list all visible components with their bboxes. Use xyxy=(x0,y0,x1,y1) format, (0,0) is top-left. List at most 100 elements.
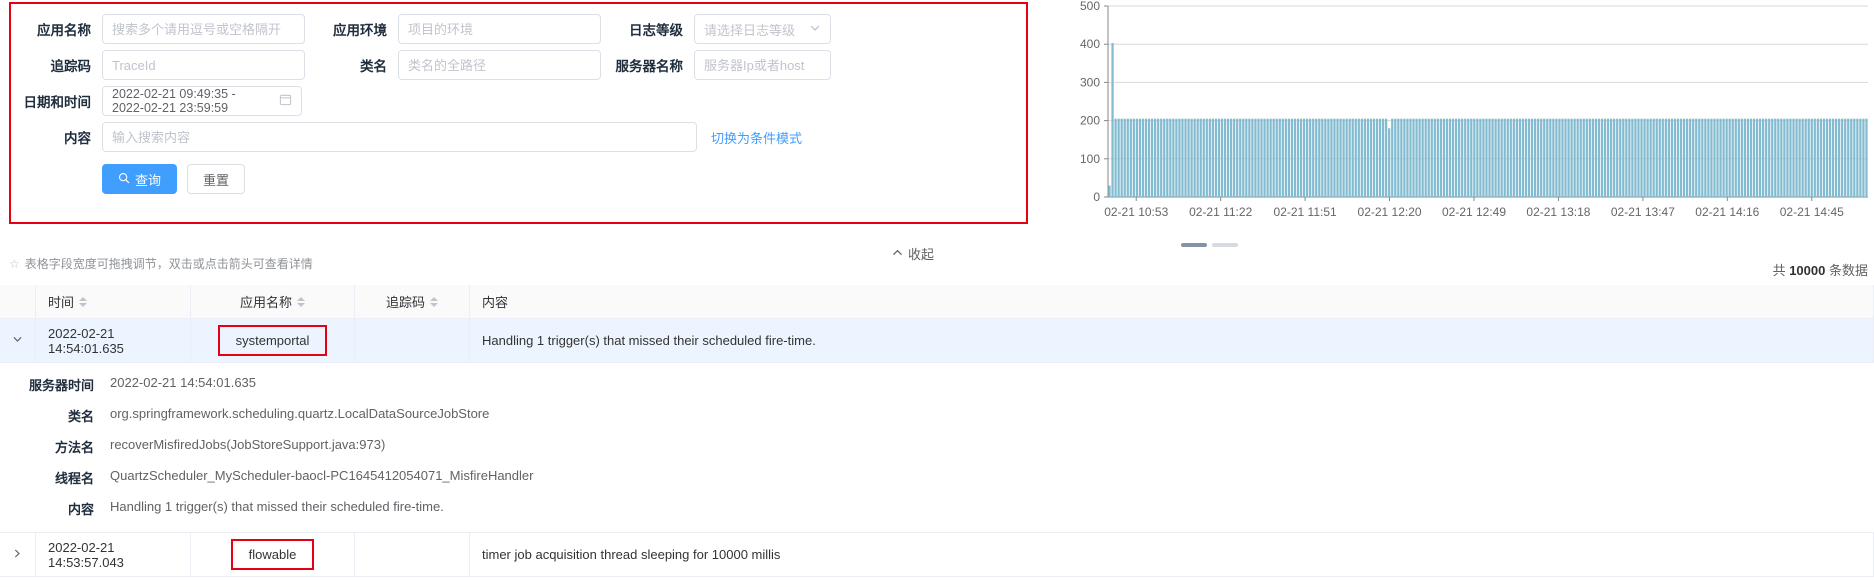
collapse-toggle-label: 收起 xyxy=(907,247,934,262)
th-content: 内容 xyxy=(470,285,1874,318)
row-expand-toggle[interactable] xyxy=(0,319,36,362)
detail-label: 类名 xyxy=(67,409,94,424)
chart-pager-bar-1[interactable] xyxy=(1181,243,1207,247)
trace-id-input-wrap[interactable] xyxy=(102,50,305,80)
log-histogram-chart: 0 100 200 300 400 500 02-21 10:53 02-21 11:22 02… xyxy=(1060,0,1874,235)
detail-value: Handling 1 trigger(s) that missed their … xyxy=(110,499,444,514)
table-row[interactable]: 2022-02-21 14:54:01.635 systemportal Han… xyxy=(0,319,1874,363)
svg-text:200: 200 xyxy=(1080,114,1100,128)
field-app-env: 应用环境 xyxy=(315,14,601,44)
field-trace-id-label: 追踪码 xyxy=(50,59,92,74)
chevron-right-icon[interactable] xyxy=(11,547,24,563)
chart-pager-bar-2[interactable] xyxy=(1212,243,1238,247)
field-app-name: 应用名称 xyxy=(19,14,305,44)
field-server-name-label: 服务器名称 xyxy=(615,59,684,74)
cell-trace xyxy=(355,533,470,576)
detail-value: org.springframework.scheduling.quartz.Lo… xyxy=(110,406,490,421)
th-time-label: 时间 xyxy=(48,295,75,310)
detail-item-method-name: 方法名 recoverMisfiredJobs(JobStoreSupport.… xyxy=(0,437,1874,456)
table-hint: ☆ 表格字段宽度可拖拽调节，双击或点击箭头可查看详情 xyxy=(9,255,313,272)
trace-id-input[interactable] xyxy=(112,57,295,73)
search-form-panel: 应用名称 应用环境 日志等级 请选择日志等级 追踪码 xyxy=(9,2,1028,224)
sort-icon-trace[interactable] xyxy=(430,296,438,307)
svg-text:300: 300 xyxy=(1080,75,1100,89)
detail-label: 线程名 xyxy=(54,471,94,486)
th-app[interactable]: 应用名称 xyxy=(191,285,355,318)
chevron-down-icon[interactable] xyxy=(11,333,24,349)
search-button[interactable]: 查询 xyxy=(102,164,178,194)
detail-item-server-time: 服务器时间 2022-02-21 14:54:01.635 xyxy=(0,375,1874,394)
detail-value: QuartzScheduler_MyScheduler-baocl-PC1645… xyxy=(110,468,534,483)
search-icon xyxy=(118,172,130,187)
chart-pager[interactable] xyxy=(1181,243,1238,247)
field-date-range-label: 日期和时间 xyxy=(23,95,92,110)
detail-label: 方法名 xyxy=(54,440,94,455)
server-name-input-wrap[interactable] xyxy=(694,50,831,80)
form-actions: 查询 重置 xyxy=(102,164,246,194)
class-name-input-wrap[interactable] xyxy=(398,50,601,80)
date-range-picker[interactable]: 2022-02-21 09:49:35 - 2022-02-21 23:59:5… xyxy=(102,86,302,116)
field-trace-id: 追踪码 xyxy=(19,50,305,80)
detail-label: 内容 xyxy=(67,502,94,517)
cell-content: Handling 1 trigger(s) that missed their … xyxy=(470,319,1874,362)
svg-text:400: 400 xyxy=(1080,37,1100,51)
log-search-page: 应用名称 应用环境 日志等级 请选择日志等级 追踪码 xyxy=(0,0,1874,587)
field-app-env-label: 应用环境 xyxy=(333,23,387,38)
detail-item-class-name: 类名 org.springframework.scheduling.quartz… xyxy=(0,406,1874,425)
detail-item-thread-name: 线程名 QuartzScheduler_MyScheduler-baocl-PC… xyxy=(0,468,1874,487)
svg-text:02-21 13:18: 02-21 13:18 xyxy=(1526,205,1590,219)
chevron-up-icon xyxy=(891,246,904,262)
reset-button-label: 重置 xyxy=(203,172,230,188)
server-name-input[interactable] xyxy=(704,57,821,73)
svg-text:02-21 12:20: 02-21 12:20 xyxy=(1358,205,1422,219)
detail-value: recoverMisfiredJobs(JobStoreSupport.java… xyxy=(110,437,386,452)
detail-value: 2022-02-21 14:54:01.635 xyxy=(110,375,257,390)
th-expand xyxy=(0,285,36,318)
collapse-toggle[interactable]: 收起 xyxy=(891,244,934,263)
row-expand-toggle[interactable] xyxy=(0,533,36,576)
class-name-input[interactable] xyxy=(408,57,591,73)
field-log-level-label: 日志等级 xyxy=(629,23,683,38)
content-input-wrap[interactable] xyxy=(102,122,697,152)
cell-app-value: systemportal xyxy=(235,333,310,348)
chart-svg: 0 100 200 300 400 500 02-21 10:53 02-21 11:22 02… xyxy=(1080,0,1868,219)
switch-condition-mode-link[interactable]: 切换为条件模式 xyxy=(711,128,802,147)
th-trace[interactable]: 追踪码 xyxy=(355,285,470,318)
cell-app-value: flowable xyxy=(248,547,297,562)
field-class-name: 类名 xyxy=(315,50,601,80)
total-count: 共 10000 条数据 xyxy=(1773,260,1868,279)
svg-text:02-21 10:53: 02-21 10:53 xyxy=(1104,205,1168,219)
field-content: 内容 切换为条件模式 xyxy=(19,122,802,152)
cell-app: flowable xyxy=(191,533,355,576)
field-content-label: 内容 xyxy=(64,131,91,146)
svg-text:02-21 13:47: 02-21 13:47 xyxy=(1611,205,1675,219)
detail-label: 服务器时间 xyxy=(28,378,94,393)
sort-icon-app[interactable] xyxy=(297,296,305,307)
th-app-label: 应用名称 xyxy=(239,295,292,310)
table-row[interactable]: 2022-02-21 14:53:57.043 flowable timer j… xyxy=(0,533,1874,577)
app-name-input[interactable] xyxy=(112,21,295,37)
table-header-row: 时间 应用名称 追踪码 内容 xyxy=(0,285,1874,319)
reset-button[interactable]: 重置 xyxy=(187,164,246,194)
app-name-input-wrap[interactable] xyxy=(102,14,305,44)
cell-time: 2022-02-21 14:54:01.635 xyxy=(36,319,191,362)
sort-icon-time[interactable] xyxy=(79,296,88,307)
svg-text:02-21 11:51: 02-21 11:51 xyxy=(1274,205,1337,219)
field-class-name-label: 类名 xyxy=(360,59,387,74)
app-env-input[interactable] xyxy=(408,21,591,37)
svg-text:02-21 12:49: 02-21 12:49 xyxy=(1442,205,1506,219)
content-input[interactable] xyxy=(112,129,687,145)
th-trace-label: 追踪码 xyxy=(385,295,425,310)
app-name-highlight: systemportal xyxy=(217,325,328,356)
svg-text:0: 0 xyxy=(1093,190,1100,204)
log-table: 时间 应用名称 追踪码 内容 2022-02-21 14:54:01.635 s… xyxy=(0,285,1874,577)
log-level-select[interactable]: 请选择日志等级 xyxy=(694,14,831,44)
th-time[interactable]: 时间 xyxy=(36,285,191,318)
svg-text:02-21 14:16: 02-21 14:16 xyxy=(1695,205,1759,219)
app-name-highlight: flowable xyxy=(230,539,315,570)
date-range-value: 2022-02-21 09:49:35 - 2022-02-21 23:59:5… xyxy=(112,87,236,115)
field-server-name: 服务器名称 xyxy=(611,50,831,80)
table-hint-text: 表格字段宽度可拖拽调节，双击或点击箭头可查看详情 xyxy=(24,257,313,271)
app-env-input-wrap[interactable] xyxy=(398,14,601,44)
cell-content: timer job acquisition thread sleeping fo… xyxy=(470,533,1874,576)
